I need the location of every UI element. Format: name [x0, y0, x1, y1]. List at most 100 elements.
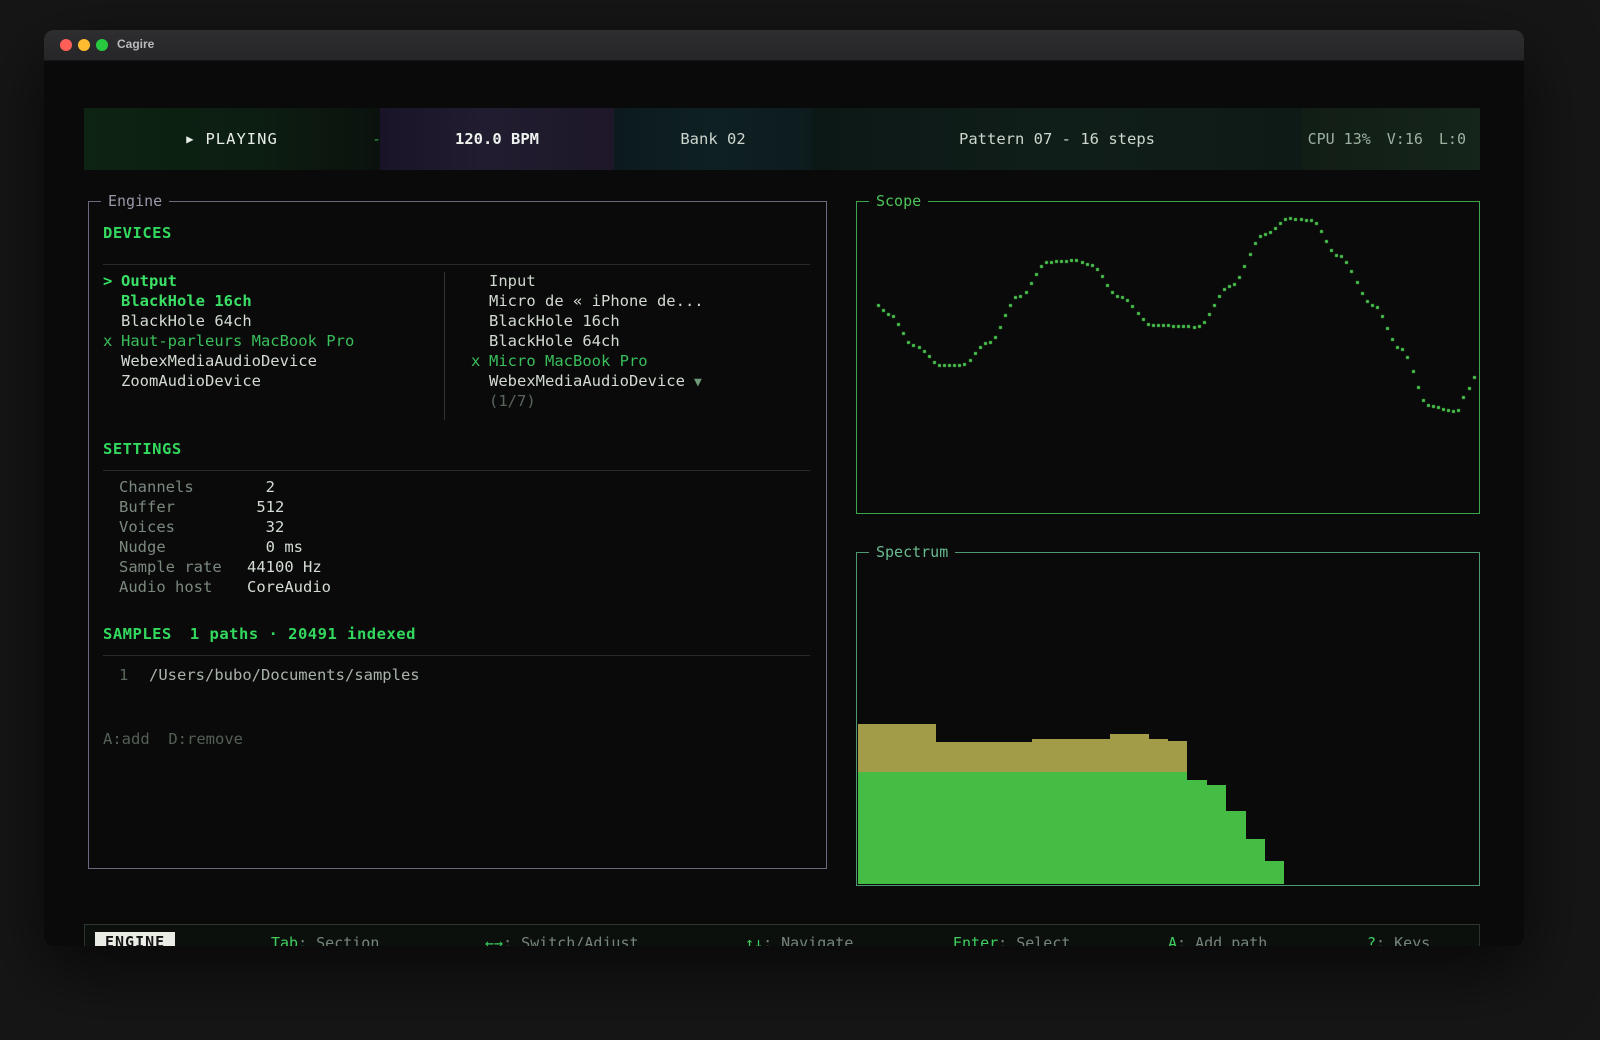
spectrum-bar-olive-segment [994, 742, 1013, 772]
pattern-segment: Pattern 07 - 16 steps [812, 108, 1302, 170]
device-row[interactable]: WebexMediaAudioDevice▼ [471, 372, 801, 392]
spectrum-bar-olive-segment [1129, 734, 1148, 772]
transport-bar: ▶ PLAYING 120.0 BPM Bank 02 Pattern 07 -… [84, 108, 1480, 170]
scope-panel: Scope [856, 201, 1480, 514]
spectrum-bar-green-segment [1265, 861, 1284, 884]
spectrum-bar [1401, 554, 1420, 884]
spectrum-bar [1013, 554, 1032, 884]
spectrum-bar-green-segment [1032, 772, 1051, 884]
spectrum-bar [1381, 554, 1400, 884]
device-row[interactable]: >Output [103, 272, 433, 292]
device-row[interactable]: xHaut-parleurs MacBook Pro [103, 332, 433, 352]
footer-hint: A: Add path [1168, 934, 1267, 946]
samples-heading-label: SAMPLES [103, 625, 172, 643]
spectrum-bar [1420, 554, 1439, 884]
zoom-button[interactable] [96, 39, 108, 51]
device-row[interactable]: BlackHole 16ch [471, 312, 801, 332]
latency-value: L:0 [1439, 130, 1466, 148]
device-name: BlackHole 16ch [489, 312, 620, 330]
beat-tick: - [372, 108, 381, 170]
voices-value: V:16 [1387, 130, 1423, 148]
spectrum-bar-olive-segment [1110, 734, 1129, 772]
device-row[interactable]: BlackHole 16ch [103, 292, 433, 312]
hint-label: : Select [998, 934, 1070, 946]
settings-row[interactable]: Buffer 512 [119, 498, 519, 518]
setting-label: Sample rate [119, 558, 222, 576]
device-row[interactable]: BlackHole 64ch [103, 312, 433, 332]
setting-label: Channels [119, 478, 194, 496]
spectrum-bar-green-segment [897, 772, 916, 884]
spectrum-bar [1246, 554, 1265, 884]
spectrum-bar [897, 554, 916, 884]
pattern-value: Pattern 07 - 16 steps [959, 130, 1155, 148]
spectrum-bar-green-segment [1187, 780, 1206, 884]
hint-key: A [1168, 934, 1177, 946]
device-row[interactable]: xMicro MacBook Pro [471, 352, 801, 372]
spectrum-bar [1207, 554, 1226, 884]
spectrum-bar-green-segment [877, 772, 896, 884]
spectrum-bar [955, 554, 974, 884]
spectrum-bar-olive-segment [858, 724, 877, 772]
device-name: (1/7) [489, 392, 536, 410]
device-row[interactable]: Input [471, 272, 801, 292]
setting-label: Voices [119, 518, 175, 536]
play-status-segment: ▶ PLAYING [84, 108, 380, 170]
setting-value: 0 ms [247, 538, 303, 556]
settings-row[interactable]: Sample rate44100 Hz [119, 558, 519, 578]
app-content: ▶ PLAYING 120.0 BPM Bank 02 Pattern 07 -… [44, 61, 1524, 946]
spectrum-bar-green-segment [1168, 772, 1187, 884]
samples-hint: A:add D:remove [103, 730, 243, 748]
setting-label: Nudge [119, 538, 166, 556]
hint-label: : Add path [1177, 934, 1267, 946]
device-row[interactable]: ZoomAudioDevice [103, 372, 433, 392]
hint-label: : Keys [1376, 934, 1430, 946]
spectrum-bar-olive-segment [1071, 739, 1090, 772]
setting-value: 2 [247, 478, 275, 496]
titlebar: Cagire [44, 30, 1524, 61]
device-row[interactable]: WebexMediaAudioDevice [103, 352, 433, 372]
device-name: Micro de « iPhone de... [489, 292, 704, 310]
device-name: WebexMediaAudioDevice [121, 352, 317, 370]
play-state-label: PLAYING [205, 130, 277, 148]
setting-value: 32 [247, 518, 284, 536]
sample-path-row[interactable]: 1/Users/bubo/Documents/samples [119, 666, 619, 686]
minimize-button[interactable] [78, 39, 90, 51]
close-button[interactable] [60, 39, 72, 51]
device-name: BlackHole 64ch [121, 312, 252, 330]
device-active-marker: x [103, 332, 112, 350]
spectrum-bar-green-segment [1207, 785, 1226, 884]
spectrum-bar-olive-segment [955, 742, 974, 772]
settings-row[interactable]: Audio hostCoreAudio [119, 578, 519, 598]
spectrum-bar [1129, 554, 1148, 884]
spectrum-bar-green-segment [1129, 772, 1148, 884]
spectrum-bar-green-segment [1052, 772, 1071, 884]
spectrum-bar [916, 554, 935, 884]
hint-key: Enter [953, 934, 998, 946]
spectrum-bar [1304, 554, 1323, 884]
hint-label: : Navigate [763, 934, 853, 946]
device-row[interactable]: BlackHole 64ch [471, 332, 801, 352]
device-name: ZoomAudioDevice [121, 372, 261, 390]
setting-label: Buffer [119, 498, 175, 516]
hint-key: ←→ [485, 934, 503, 946]
spectrum-bar-olive-segment [897, 724, 916, 772]
spectrum-panel: Spectrum [856, 552, 1480, 886]
spectrum-bar [877, 554, 896, 884]
spectrum-bar-green-segment [994, 772, 1013, 884]
spectrum-bar-green-segment [1110, 772, 1129, 884]
system-stats-segment: CPU 13% V:16 L:0 [1302, 108, 1480, 170]
spectrum-bar-green-segment [1246, 839, 1265, 884]
samples-meta: 1 paths · 20491 indexed [190, 625, 416, 643]
spectrum-bar-olive-segment [1013, 742, 1032, 772]
device-name: BlackHole 16ch [121, 292, 252, 310]
sample-path-index: 1 [119, 666, 128, 684]
spectrum-bar [1091, 554, 1110, 884]
spectrum-bar [1187, 554, 1206, 884]
settings-row[interactable]: Channels 2 [119, 478, 519, 498]
hint-label: : Switch/Adjust [503, 934, 638, 946]
settings-row[interactable]: Voices 32 [119, 518, 519, 538]
spectrum-bar-green-segment [1226, 811, 1245, 884]
settings-row[interactable]: Nudge 0 ms [119, 538, 519, 558]
hint-label: : Section [298, 934, 379, 946]
device-row[interactable]: Micro de « iPhone de... [471, 292, 801, 312]
